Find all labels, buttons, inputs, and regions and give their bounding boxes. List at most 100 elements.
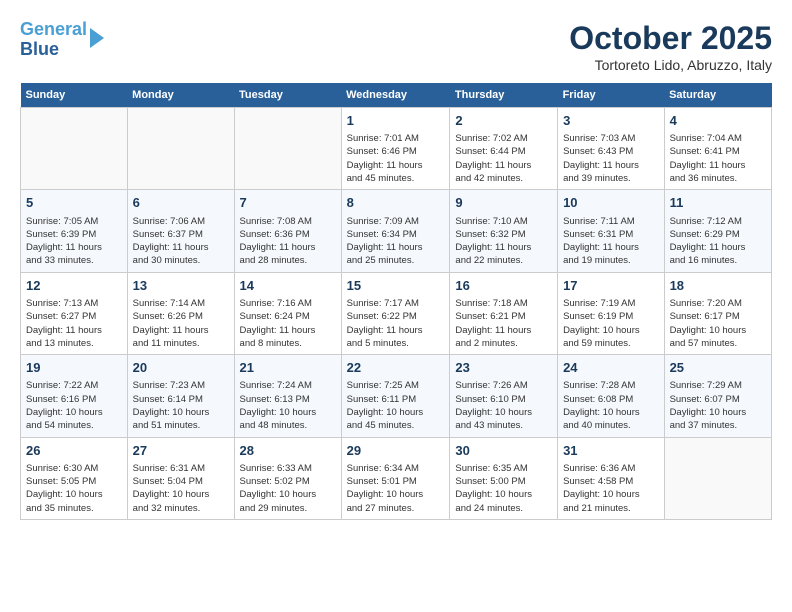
day-number: 23 <box>455 359 552 377</box>
day-number: 25 <box>670 359 766 377</box>
day-number: 22 <box>347 359 445 377</box>
logo-blue: Blue <box>20 39 59 59</box>
day-cell: 10Sunrise: 7:11 AM Sunset: 6:31 PM Dayli… <box>558 190 665 272</box>
day-info: Sunrise: 6:31 AM Sunset: 5:04 PM Dayligh… <box>133 462 229 515</box>
day-cell: 19Sunrise: 7:22 AM Sunset: 6:16 PM Dayli… <box>21 355 128 437</box>
day-cell: 5Sunrise: 7:05 AM Sunset: 6:39 PM Daylig… <box>21 190 128 272</box>
day-cell: 23 Sunrise: 7:26 AM Sunset: 6:10 PM Dayli… <box>450 355 558 437</box>
day-info: Sunrise: 7:22 AM Sunset: 6:16 PM Dayligh… <box>26 379 122 432</box>
day-info: Sunrise: 7:06 AM Sunset: 6:37 PM Dayligh… <box>133 215 229 268</box>
day-cell: 11 Sunrise: 7:12 AM Sunset: 6:29 PM Dayli… <box>664 190 771 272</box>
weekday-header-sunday: Sunday <box>21 83 128 108</box>
day-cell <box>21 108 128 190</box>
day-number: 17 <box>563 277 659 295</box>
day-info: Sunrise: 7:13 AM Sunset: 6:27 PM Dayligh… <box>26 297 122 350</box>
logo: General Blue <box>20 20 104 60</box>
day-number: 28 <box>240 442 336 460</box>
week-row-5: 26 Sunrise: 6:30 AM Sunset: 5:05 PM Dayli… <box>21 437 772 519</box>
week-row-3: 12 Sunrise: 7:13 AM Sunset: 6:27 PM Dayli… <box>21 272 772 354</box>
day-cell: 1Sunrise: 7:01 AM Sunset: 6:46 PM Daylig… <box>341 108 450 190</box>
weekday-header-monday: Monday <box>127 83 234 108</box>
logo-general: General <box>20 19 87 39</box>
day-number: 27 <box>133 442 229 460</box>
day-cell: 20 Sunrise: 7:23 AM Sunset: 6:14 PM Dayli… <box>127 355 234 437</box>
logo-text: General Blue <box>20 20 87 60</box>
day-number: 13 <box>133 277 229 295</box>
day-cell: 7 Sunrise: 7:08 AM Sunset: 6:36 PM Daylig… <box>234 190 341 272</box>
day-number: 24 <box>563 359 659 377</box>
day-cell: 26 Sunrise: 6:30 AM Sunset: 5:05 PM Dayli… <box>21 437 128 519</box>
day-info: Sunrise: 7:29 AM Sunset: 6:07 PM Dayligh… <box>670 379 766 432</box>
day-info: Sunrise: 7:11 AM Sunset: 6:31 PM Dayligh… <box>563 215 659 268</box>
weekday-header-wednesday: Wednesday <box>341 83 450 108</box>
day-cell: 6 Sunrise: 7:06 AM Sunset: 6:37 PM Daylig… <box>127 190 234 272</box>
day-cell: 21 Sunrise: 7:24 AM Sunset: 6:13 PM Dayli… <box>234 355 341 437</box>
day-number: 16 <box>455 277 552 295</box>
location: Tortoreto Lido, Abruzzo, Italy <box>569 57 772 73</box>
day-cell: 4 Sunrise: 7:04 AM Sunset: 6:41 PM Daylig… <box>664 108 771 190</box>
day-cell <box>127 108 234 190</box>
day-info: Sunrise: 7:04 AM Sunset: 6:41 PM Dayligh… <box>670 132 766 185</box>
day-cell: 22 Sunrise: 7:25 AM Sunset: 6:11 PM Dayli… <box>341 355 450 437</box>
day-info: Sunrise: 7:26 AM Sunset: 6:10 PM Dayligh… <box>455 379 552 432</box>
day-info: Sunrise: 6:30 AM Sunset: 5:05 PM Dayligh… <box>26 462 122 515</box>
day-cell <box>664 437 771 519</box>
day-info: Sunrise: 7:17 AM Sunset: 6:22 PM Dayligh… <box>347 297 445 350</box>
day-cell: 3 Sunrise: 7:03 AM Sunset: 6:43 PM Daylig… <box>558 108 665 190</box>
weekday-header-thursday: Thursday <box>450 83 558 108</box>
day-info: Sunrise: 6:36 AM Sunset: 4:58 PM Dayligh… <box>563 462 659 515</box>
weekday-header-saturday: Saturday <box>664 83 771 108</box>
day-cell <box>234 108 341 190</box>
week-row-2: 5Sunrise: 7:05 AM Sunset: 6:39 PM Daylig… <box>21 190 772 272</box>
day-info: Sunrise: 7:24 AM Sunset: 6:13 PM Dayligh… <box>240 379 336 432</box>
day-number: 3 <box>563 112 659 130</box>
calendar-table: SundayMondayTuesdayWednesdayThursdayFrid… <box>20 83 772 520</box>
day-number: 21 <box>240 359 336 377</box>
day-info: Sunrise: 7:08 AM Sunset: 6:36 PM Dayligh… <box>240 215 336 268</box>
day-number: 8 <box>347 194 445 212</box>
day-cell: 29Sunrise: 6:34 AM Sunset: 5:01 PM Dayli… <box>341 437 450 519</box>
day-info: Sunrise: 7:16 AM Sunset: 6:24 PM Dayligh… <box>240 297 336 350</box>
day-cell: 8 Sunrise: 7:09 AM Sunset: 6:34 PM Daylig… <box>341 190 450 272</box>
day-info: Sunrise: 7:23 AM Sunset: 6:14 PM Dayligh… <box>133 379 229 432</box>
day-cell: 30Sunrise: 6:35 AM Sunset: 5:00 PM Dayli… <box>450 437 558 519</box>
day-number: 11 <box>670 194 766 212</box>
day-info: Sunrise: 7:18 AM Sunset: 6:21 PM Dayligh… <box>455 297 552 350</box>
day-cell: 24 Sunrise: 7:28 AM Sunset: 6:08 PM Dayli… <box>558 355 665 437</box>
day-info: Sunrise: 7:25 AM Sunset: 6:11 PM Dayligh… <box>347 379 445 432</box>
page-header: General Blue October 2025 Tortoreto Lido… <box>20 20 772 73</box>
day-cell: 17 Sunrise: 7:19 AM Sunset: 6:19 PM Dayli… <box>558 272 665 354</box>
day-number: 12 <box>26 277 122 295</box>
day-info: Sunrise: 7:01 AM Sunset: 6:46 PM Dayligh… <box>347 132 445 185</box>
day-number: 15 <box>347 277 445 295</box>
day-info: Sunrise: 7:09 AM Sunset: 6:34 PM Dayligh… <box>347 215 445 268</box>
day-info: Sunrise: 6:33 AM Sunset: 5:02 PM Dayligh… <box>240 462 336 515</box>
day-info: Sunrise: 6:34 AM Sunset: 5:01 PM Dayligh… <box>347 462 445 515</box>
day-cell: 12 Sunrise: 7:13 AM Sunset: 6:27 PM Dayli… <box>21 272 128 354</box>
day-info: Sunrise: 7:03 AM Sunset: 6:43 PM Dayligh… <box>563 132 659 185</box>
day-cell: 16 Sunrise: 7:18 AM Sunset: 6:21 PM Dayli… <box>450 272 558 354</box>
day-cell: 13 Sunrise: 7:14 AM Sunset: 6:26 PM Dayli… <box>127 272 234 354</box>
day-number: 26 <box>26 442 122 460</box>
logo-arrow-icon <box>90 28 104 48</box>
day-number: 6 <box>133 194 229 212</box>
day-number: 14 <box>240 277 336 295</box>
day-number: 7 <box>240 194 336 212</box>
weekday-header-tuesday: Tuesday <box>234 83 341 108</box>
day-number: 9 <box>455 194 552 212</box>
week-row-4: 19Sunrise: 7:22 AM Sunset: 6:16 PM Dayli… <box>21 355 772 437</box>
day-info: Sunrise: 7:28 AM Sunset: 6:08 PM Dayligh… <box>563 379 659 432</box>
day-cell: 25 Sunrise: 7:29 AM Sunset: 6:07 PM Dayli… <box>664 355 771 437</box>
weekday-header-friday: Friday <box>558 83 665 108</box>
week-row-1: 1Sunrise: 7:01 AM Sunset: 6:46 PM Daylig… <box>21 108 772 190</box>
day-info: Sunrise: 7:19 AM Sunset: 6:19 PM Dayligh… <box>563 297 659 350</box>
day-info: Sunrise: 7:12 AM Sunset: 6:29 PM Dayligh… <box>670 215 766 268</box>
day-cell: 31 Sunrise: 6:36 AM Sunset: 4:58 PM Dayli… <box>558 437 665 519</box>
day-info: Sunrise: 7:14 AM Sunset: 6:26 PM Dayligh… <box>133 297 229 350</box>
day-number: 20 <box>133 359 229 377</box>
title-block: October 2025 Tortoreto Lido, Abruzzo, It… <box>569 20 772 73</box>
day-info: Sunrise: 7:02 AM Sunset: 6:44 PM Dayligh… <box>455 132 552 185</box>
day-cell: 15 Sunrise: 7:17 AM Sunset: 6:22 PM Dayli… <box>341 272 450 354</box>
day-number: 31 <box>563 442 659 460</box>
day-number: 4 <box>670 112 766 130</box>
